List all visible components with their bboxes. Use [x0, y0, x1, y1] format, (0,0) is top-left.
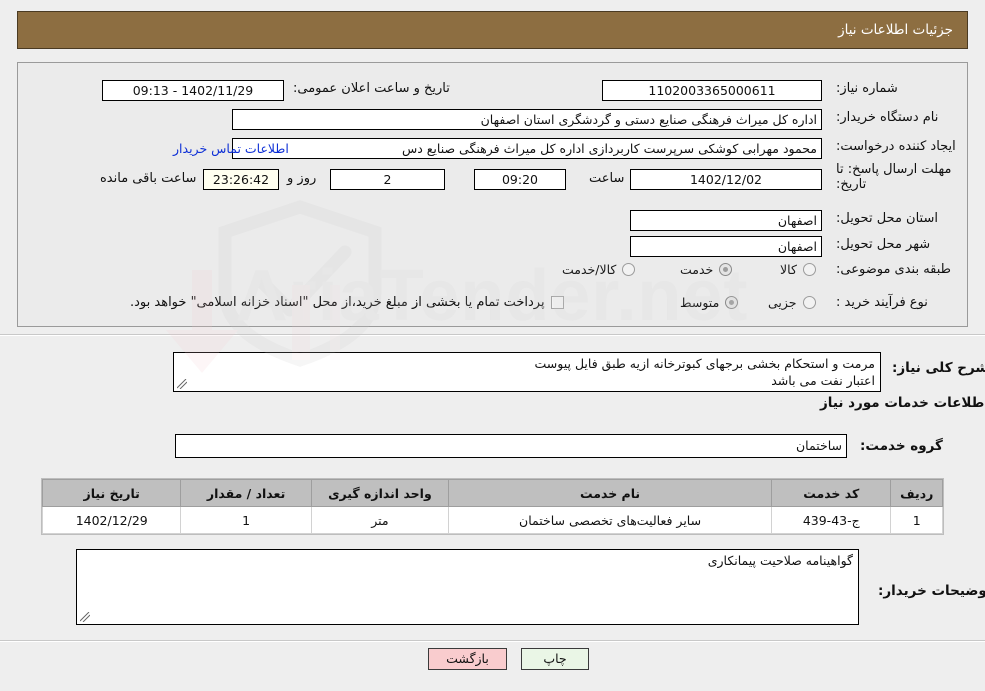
province-label: استان محل تحویل:	[836, 211, 938, 226]
process-label: نوع فرآیند خرید :	[836, 295, 928, 310]
resize-grip-icon-notes	[80, 612, 90, 622]
remaining-days-field[interactable]: 2	[330, 169, 445, 190]
remaining-days-label: روز و	[287, 171, 317, 186]
category-radio-kala[interactable]	[802, 263, 816, 276]
section-divider-top	[0, 334, 985, 336]
need-number-label: شماره نیاز:	[836, 81, 898, 96]
need-info-panel	[17, 62, 968, 327]
treasury-checkbox-row[interactable]: پرداخت تمام یا بخشی از مبلغ خرید،از محل …	[130, 295, 564, 310]
cell-radif: 1	[890, 506, 943, 534]
deadline-hour-label: ساعت	[589, 171, 625, 186]
creator-label: ایجاد کننده درخواست:	[836, 139, 956, 154]
description-textarea[interactable]: مرمت و استحکام بخشی برجهای کبوترخانه ازی…	[173, 352, 881, 392]
announce-datetime-field[interactable]: 1402/11/29 - 09:13	[102, 80, 284, 101]
process-radio-jozii-label: جزیی	[768, 295, 797, 310]
deadline-label-line1: مهلت ارسال پاسخ: تا	[836, 162, 952, 177]
print-button[interactable]: چاپ	[521, 648, 589, 670]
province-field[interactable]: اصفهان	[630, 210, 822, 231]
process-option-jozii[interactable]: جزیی	[768, 295, 816, 310]
deadline-label-line2: تاریخ:	[836, 177, 867, 192]
description-line-2: اعتبار نفت می باشد	[771, 373, 875, 388]
cell-date: 1402/12/29	[41, 506, 182, 534]
city-field[interactable]: اصفهان	[630, 236, 822, 257]
buyer-notes-label: توضیحات خریدار:	[878, 583, 985, 599]
buyer-notes-text: گواهینامه صلاحیت پیمانکاری	[707, 553, 853, 568]
process-radio-motevaset-label: متوسط	[680, 295, 720, 310]
category-radio-khedmat-label: خدمت	[680, 262, 714, 277]
category-label: طبقه بندی موضوعی:	[836, 262, 952, 277]
category-label-wrap: طبقه بندی موضوعی:	[836, 262, 951, 277]
services-section-title: اطلاعات خدمات مورد نیاز	[820, 395, 985, 411]
service-group-field[interactable]: ساختمان	[175, 434, 847, 458]
category-option-kala[interactable]: کالا	[780, 262, 816, 277]
process-radio-motevaset[interactable]	[725, 296, 739, 309]
th-radif: ردیف	[890, 479, 943, 507]
buyer-org-label-wrap: نام دستگاه خریدار:	[836, 110, 938, 125]
category-radio-kala-khedmat[interactable]	[622, 263, 636, 276]
category-option-khedmat[interactable]: خدمت	[680, 262, 733, 277]
process-option-motevaset[interactable]: متوسط	[680, 295, 739, 310]
th-unit: واحد اندازه گیری	[310, 479, 450, 507]
buyer-org-label: نام دستگاه خریدار:	[836, 110, 939, 125]
back-button[interactable]: بازگشت	[428, 648, 507, 670]
description-label: شرح کلی نیاز:	[892, 360, 985, 376]
creator-field[interactable]: محمود مهرابی کوشکی سرپرست کاربردازی ادار…	[232, 138, 822, 159]
buyer-org-field[interactable]: اداره کل میراث فرهنگی صنایع دستی و گردشگ…	[232, 109, 822, 130]
category-option-kala-khedmat[interactable]: کالا/خدمت	[562, 262, 636, 277]
remaining-time-label: ساعت باقی مانده	[100, 171, 197, 186]
city-label-wrap: شهر محل تحویل:	[836, 237, 930, 252]
service-group-label: گروه خدمت:	[860, 438, 943, 454]
buyer-notes-textarea[interactable]: گواهینامه صلاحیت پیمانکاری	[76, 549, 859, 625]
cell-quantity: 1	[180, 506, 312, 534]
section-divider-bottom	[0, 640, 985, 642]
th-code: کد خدمت	[771, 479, 892, 507]
buyer-contact-link[interactable]: اطلاعات تماس خریدار	[173, 141, 289, 156]
services-table-wrap: ردیف کد خدمت نام خدمت واحد اندازه گیری ت…	[41, 478, 944, 535]
remaining-time-field[interactable]: 23:26:42	[203, 169, 279, 190]
category-radio-kala-label: کالا	[780, 262, 797, 277]
need-number-field[interactable]: 1102003365000611	[602, 80, 822, 101]
table-row: 1 ج-43-439 سایر فعالیت‌های تخصصی ساختمان…	[41, 506, 943, 534]
process-radio-jozii[interactable]	[802, 296, 816, 309]
cell-code: ج-43-439	[771, 506, 892, 534]
th-quantity: تعداد / مقدار	[180, 479, 312, 507]
page-title: جزئیات اطلاعات نیاز	[838, 22, 953, 38]
province-label-wrap: استان محل تحویل:	[836, 211, 938, 226]
announce-datetime-label-wrap: تاریخ و ساعت اعلان عمومی:	[293, 81, 450, 96]
creator-label-wrap: ایجاد کننده درخواست:	[836, 139, 956, 154]
treasury-checkbox-label: پرداخت تمام یا بخشی از مبلغ خرید،از محل …	[130, 295, 545, 310]
page-header-bar: جزئیات اطلاعات نیاز	[17, 11, 968, 49]
category-radio-kala-khedmat-label: کالا/خدمت	[562, 262, 617, 277]
th-name: نام خدمت	[448, 479, 773, 507]
cell-unit: متر	[310, 506, 450, 534]
cell-name: سایر فعالیت‌های تخصصی ساختمان	[448, 506, 773, 534]
table-header-row: ردیف کد خدمت نام خدمت واحد اندازه گیری ت…	[41, 479, 943, 507]
deadline-hour-field[interactable]: 09:20	[474, 169, 566, 190]
category-radio-khedmat[interactable]	[719, 263, 733, 276]
treasury-checkbox[interactable]	[550, 296, 564, 309]
deadline-label-wrap: مهلت ارسال پاسخ: تا تاریخ:	[836, 162, 966, 192]
description-line-1: مرمت و استحکام بخشی برجهای کبوترخانه ازی…	[534, 356, 875, 371]
city-label: شهر محل تحویل:	[836, 237, 931, 252]
announce-datetime-label: تاریخ و ساعت اعلان عمومی:	[293, 81, 450, 96]
th-date: تاریخ نیاز	[41, 479, 182, 507]
process-label-wrap: نوع فرآیند خرید :	[836, 295, 928, 310]
need-number-label-wrap: شماره نیاز:	[836, 81, 898, 96]
deadline-date-field[interactable]: 1402/12/02	[630, 169, 822, 190]
services-table: ردیف کد خدمت نام خدمت واحد اندازه گیری ت…	[41, 479, 943, 534]
